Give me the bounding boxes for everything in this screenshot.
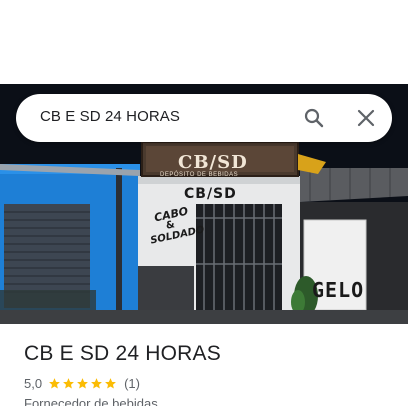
star-icon [63,378,74,389]
close-icon[interactable] [354,106,378,130]
place-category: Fornecedor de bebidas [24,396,158,406]
search-bar[interactable]: CB E SD 24 HORAS [16,94,392,142]
star-icon [91,378,102,389]
star-icon [105,378,116,389]
banner-sign-main: CB/SD [178,152,248,173]
place-title[interactable]: CB E SD 24 HORAS [24,342,221,366]
rating-stars [48,377,118,390]
side-wall-text: GELO [312,278,365,302]
wall-sign: CB/SD [184,186,237,202]
place-info-panel: CB E SD 24 HORAS 5,0 (1) Fornecedor de b… [0,324,408,406]
search-input[interactable]: CB E SD 24 HORAS [40,108,180,125]
star-icon [77,378,88,389]
rating-value: 5,0 [24,376,43,391]
review-count[interactable]: (1) [124,376,140,391]
search-icon[interactable] [302,106,326,130]
star-icon [49,378,60,389]
rating-row[interactable]: 5,0 (1) [24,376,140,391]
top-blank-area [0,0,408,84]
banner-sign-sub: DEPÓSITO DE BEBIDAS [160,172,239,178]
